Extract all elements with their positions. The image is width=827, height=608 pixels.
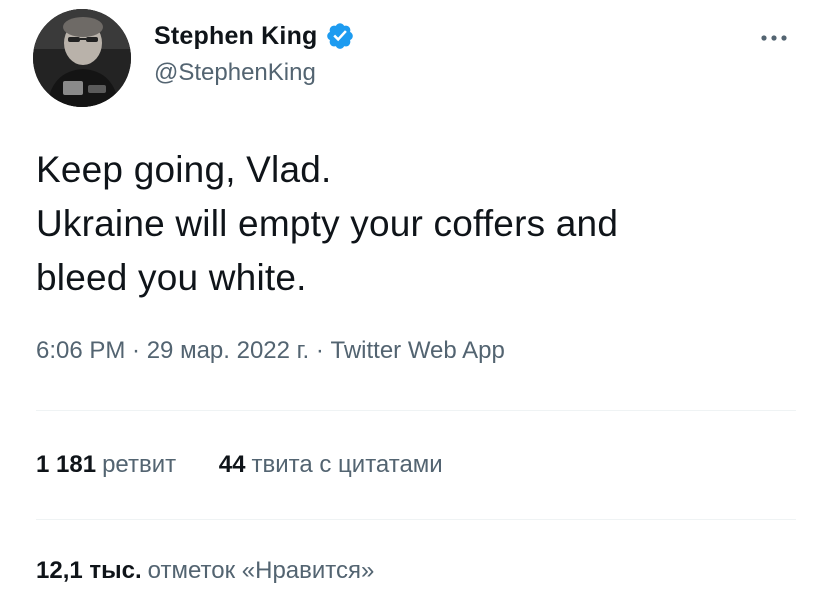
more-options-icon[interactable]	[756, 28, 792, 48]
tweet-line: bleed you white.	[36, 257, 307, 298]
quotes-count: 44	[218, 451, 246, 478]
retweets-count: 1 181	[36, 451, 97, 478]
divider	[36, 519, 796, 520]
tweet-card: Stephen King @StephenKing Keep going, Vl…	[0, 0, 827, 608]
tweet-line: Keep going, Vlad.	[36, 149, 332, 190]
likes-count: 12,1 тыс.	[36, 557, 142, 584]
display-name[interactable]: Stephen King	[154, 22, 318, 51]
author-handle[interactable]: @StephenKing	[154, 59, 355, 87]
likes-label: отметок «Нравится»	[147, 557, 375, 584]
name-row: Stephen King	[154, 18, 355, 54]
tweet-line: Ukraine will empty your coffers and	[36, 203, 619, 244]
profile-photo-image	[33, 9, 131, 107]
quotes-stat[interactable]: 44 твита с цитатами	[219, 451, 443, 479]
author-block: Stephen King @StephenKing	[154, 18, 355, 87]
tweet-text: Keep going, Vlad. Ukraine will empty you…	[36, 143, 816, 305]
divider	[36, 410, 796, 411]
avatar[interactable]	[33, 9, 131, 107]
retweets-label: ретвит	[102, 451, 177, 478]
quotes-label: твита с цитатами	[251, 451, 443, 478]
tweet-timestamp-source[interactable]: 6:06 PM · 29 мар. 2022 г. · Twitter Web …	[36, 337, 505, 365]
verified-badge-icon	[325, 21, 355, 51]
engagement-stats: 1 181 ретвит 44 твита с цитатами	[36, 451, 479, 479]
likes-stat[interactable]: 12,1 тыс. отметок «Нравится»	[36, 557, 374, 585]
retweets-stat[interactable]: 1 181 ретвит	[36, 451, 176, 479]
